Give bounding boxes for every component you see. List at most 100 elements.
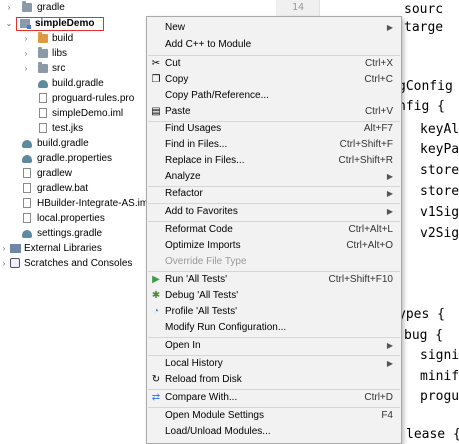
menu-item-shortcut: Alt+F7 [363, 123, 393, 134]
tree-item-label: Scratches and Consoles [24, 258, 133, 269]
menu-item-shortcut: Ctrl+Alt+L [348, 224, 393, 235]
tree-item[interactable]: HBuilder-Integrate-AS.im [0, 196, 150, 211]
code-area[interactable]: sourc targe gConfig nfig { keyAl keyPa s… [402, 0, 459, 444]
menu-item-run-all-tests[interactable]: ▶ Run 'All Tests' Ctrl+Shift+F10 [147, 272, 401, 288]
menu-item-shortcut: Ctrl+Shift+F [339, 139, 393, 150]
file-icon [39, 93, 47, 103]
folder-icon [22, 1, 32, 12]
menu-item-label: Copy [165, 74, 189, 85]
tree-item-label: gradle [37, 2, 65, 13]
folder-orange-icon [38, 32, 48, 43]
menu-item-shortcut: Ctrl+Alt+O [346, 240, 393, 251]
tree-item[interactable]: simpleDemo.iml [0, 106, 150, 121]
code-line: lease { [406, 427, 459, 442]
tree-item[interactable]: gradlew.bat [0, 181, 150, 196]
tree-item-label: gradle.properties [37, 153, 113, 164]
chevron-right-icon[interactable]: › [0, 241, 8, 256]
tree-item[interactable]: test.jks [0, 121, 150, 136]
tree-item-label: gradlew.bat [37, 183, 89, 194]
tree-item[interactable]: › gradle [0, 0, 150, 15]
menu-item-refactor[interactable]: Refactor ▶ [147, 186, 401, 202]
menu-item-label: Refactor [165, 188, 203, 199]
menu-item-load-unload-modules[interactable]: Load/Unload Modules... [147, 424, 401, 440]
chevron-right-icon[interactable]: › [0, 256, 8, 271]
gradle-icon [38, 80, 48, 88]
tree-item[interactable]: › build [0, 31, 150, 46]
menu-item-copy[interactable]: ❐ Copy Ctrl+C [147, 72, 401, 88]
chevron-down-icon[interactable]: ⌄ [5, 16, 13, 31]
menu-item-modify-run-configuration[interactable]: Modify Run Configuration... [147, 320, 401, 336]
code-line: keyPa [420, 142, 459, 157]
menu-item-local-history[interactable]: Local History ▶ [147, 356, 401, 372]
menu-item-cut[interactable]: ✂ Cut Ctrl+X [147, 56, 401, 72]
menu-item-add-cpp-to-module[interactable]: Add C++ to Module [147, 37, 401, 53]
tree-item-label: build.gradle [37, 138, 89, 149]
chevron-right-icon[interactable]: › [22, 61, 30, 76]
file-icon [39, 123, 47, 133]
file-icon [23, 198, 31, 208]
tree-item[interactable]: build.gradle [0, 136, 150, 151]
tree-item-label: External Libraries [24, 243, 102, 254]
tree-item[interactable]: proguard-rules.pro [0, 91, 150, 106]
menu-item-label: Paste [165, 106, 191, 117]
menu-item-shortcut: Ctrl+Shift+F10 [328, 274, 393, 285]
chevron-right-icon[interactable]: › [22, 31, 30, 46]
chevron-right-icon: ▶ [386, 172, 393, 181]
menu-item-label: Run 'All Tests' [165, 274, 227, 285]
menu-item-paste[interactable]: ▤ Paste Ctrl+V [147, 104, 401, 120]
menu-item-shortcut: Ctrl+D [364, 392, 393, 403]
menu-item-open-module-settings[interactable]: Open Module Settings F4 [147, 408, 401, 424]
menu-item-copy-path[interactable]: Copy Path/Reference... [147, 88, 401, 104]
tree-item-external-libraries[interactable]: › External Libraries [0, 241, 150, 256]
tree-item-label: libs [52, 48, 68, 59]
tree-item[interactable]: gradle.properties [0, 151, 150, 166]
menu-item-label: Reformat Code [165, 224, 233, 235]
tree-item-label: gradlew [37, 168, 73, 179]
code-line: keyAl [420, 122, 459, 137]
tree-item[interactable]: gradlew [0, 166, 150, 181]
menu-item-new[interactable]: New ▶ [147, 20, 401, 36]
selection-highlight-box [16, 17, 104, 31]
menu-item-profile-all-tests[interactable]: ◔ Profile 'All Tests' [147, 304, 401, 320]
gradle-icon [22, 155, 32, 163]
menu-item-debug-all-tests[interactable]: ✱ Debug 'All Tests' [147, 288, 401, 304]
tree-item[interactable]: › src [0, 61, 150, 76]
code-line: ypes { [402, 307, 445, 322]
menu-item-analyze[interactable]: Analyze ▶ [147, 169, 401, 185]
menu-item-find-usages[interactable]: Find Usages Alt+F7 [147, 121, 401, 137]
menu-item-add-to-favorites[interactable]: Add to Favorites ▶ [147, 204, 401, 220]
code-line: gConfig [402, 79, 453, 94]
chevron-right-icon[interactable]: › [22, 46, 30, 61]
menu-item-label: Compare With... [165, 392, 238, 403]
menu-item-shortcut: Ctrl+Shift+R [338, 155, 393, 166]
menu-item-replace-in-files[interactable]: Replace in Files... Ctrl+Shift+R [147, 153, 401, 169]
tree-item-label: src [52, 63, 66, 74]
menu-item-reload-from-disk[interactable]: ↻ Reload from Disk [147, 372, 401, 388]
project-tree: › gradle ⌄ simpleDemo › build › libs › s… [0, 0, 150, 444]
tree-item-label: HBuilder-Integrate-AS.im [37, 198, 149, 209]
menu-item-label: Add C++ to Module [165, 39, 252, 50]
code-line: store [420, 163, 459, 178]
tree-item[interactable]: › libs [0, 46, 150, 61]
menu-item-label: Open Module Settings [165, 410, 264, 421]
menu-item-open-in[interactable]: Open In ▶ [147, 338, 401, 354]
menu-item-compare-with[interactable]: ⇄ Compare With... Ctrl+D [147, 390, 401, 406]
menu-item-shortcut: Ctrl+C [364, 74, 393, 85]
menu-item-optimize-imports[interactable]: Optimize Imports Ctrl+Alt+O [147, 238, 401, 254]
folder-icon [38, 47, 48, 58]
menu-item-label: Copy Path/Reference... [165, 90, 269, 101]
compare-icon: ⇄ [151, 392, 161, 403]
tree-item[interactable]: settings.gradle [0, 226, 150, 241]
code-line: store [420, 184, 459, 199]
tree-item-label: settings.gradle [37, 228, 103, 239]
tree-item[interactable]: build.gradle [0, 76, 150, 91]
tree-item-scratches[interactable]: › Scratches and Consoles [0, 256, 150, 271]
code-line: v1Sig [420, 205, 459, 220]
menu-item-label: Cut [165, 58, 181, 69]
menu-item-reformat-code[interactable]: Reformat Code Ctrl+Alt+L [147, 222, 401, 238]
chevron-right-icon: ▶ [386, 341, 393, 350]
menu-item-find-in-files[interactable]: Find in Files... Ctrl+Shift+F [147, 137, 401, 153]
tree-item[interactable]: local.properties [0, 211, 150, 226]
chevron-right-icon[interactable]: › [5, 0, 13, 15]
code-line: nfig { [402, 99, 445, 114]
